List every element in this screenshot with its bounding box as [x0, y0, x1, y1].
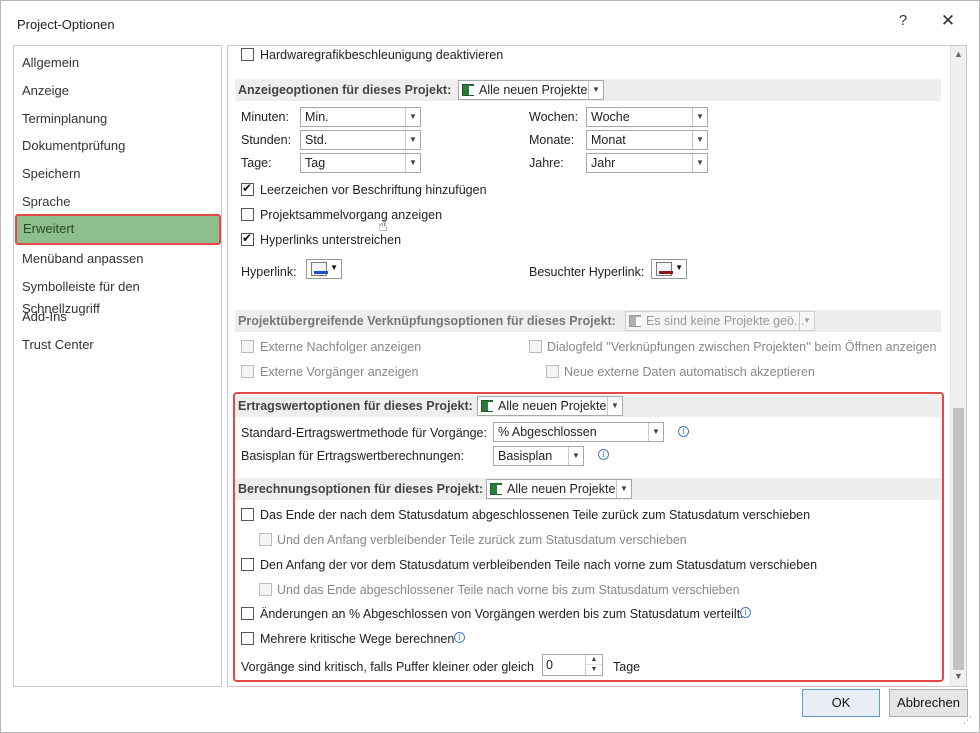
underline-links-checkbox[interactable] [241, 231, 254, 246]
resize-grip-icon[interactable]: ⋰ [963, 715, 972, 726]
scroll-thumb[interactable] [953, 408, 964, 670]
ext-predecessors-label: Externe Vorgänger anzeigen [260, 365, 419, 379]
hours-value: Std. [305, 133, 328, 147]
ext-predecessors-checkbox[interactable] [241, 365, 254, 378]
chevron-down-icon: ▼ [405, 108, 420, 126]
title-bar: Project-Optionen ? ✕ [1, 1, 979, 41]
ok-button[interactable]: OK [802, 689, 880, 717]
hyperlink-color-swatch [314, 271, 328, 274]
hw-accel-label: Hardwaregrafikbeschleunigung deaktiviere… [260, 48, 504, 62]
project-file-icon [629, 315, 641, 327]
hyperlink-color-button[interactable]: ▼ [306, 259, 342, 279]
hand-cursor-icon: ☝ [378, 218, 388, 235]
close-button[interactable]: ✕ [930, 9, 966, 33]
auto-accept-checkbox[interactable] [546, 365, 559, 378]
crossproject-project-value: Es sind keine Projekte geö... [646, 314, 805, 328]
help-button[interactable]: ? [885, 9, 921, 33]
years-label: Jahre: [529, 156, 564, 170]
nav-item-allgemein[interactable]: Allgemein [22, 52, 79, 74]
nav-item-menueband[interactable]: Menüband anpassen [22, 248, 143, 270]
highlight-frame [233, 392, 944, 682]
months-value: Monat [591, 133, 626, 147]
nav-item-schnellzugriff[interactable]: Symbolleiste für den Schnellzugriff [22, 276, 221, 316]
nav-item-anzeige[interactable]: Anzeige [22, 80, 69, 102]
options-nav: Allgemein Anzeige Terminplanung Dokument… [13, 45, 222, 687]
scroll-down-icon[interactable]: ▼ [954, 671, 963, 681]
display-options-header: Anzeigeoptionen für dieses Projekt: Alle… [235, 79, 941, 101]
summary-task-label: Projektsammelvorgang anzeigen [260, 208, 443, 222]
days-select[interactable]: Tag ▼ [300, 153, 421, 173]
links-dialog-checkbox[interactable] [529, 340, 542, 353]
chevron-down-icon: ▼ [405, 131, 420, 149]
display-project-select[interactable]: Alle neuen Projekte ▼ [458, 80, 604, 100]
crossproject-options-title: Projektübergreifende Verknüpfungsoptione… [238, 314, 616, 328]
hours-label: Stunden: [241, 133, 292, 147]
weeks-value: Woche [591, 110, 630, 124]
chevron-down-icon: ▼ [405, 154, 420, 172]
paint-bucket-icon [656, 262, 673, 276]
nav-item-terminplanung[interactable]: Terminplanung [22, 108, 107, 130]
chevron-down-icon: ▼ [588, 81, 603, 99]
chevron-down-icon: ▼ [692, 154, 707, 172]
nav-item-trust-center[interactable]: Trust Center [22, 334, 94, 356]
days-value: Tag [305, 156, 326, 170]
visited-color-swatch [659, 271, 673, 274]
project-file-icon [462, 84, 474, 96]
weeks-label: Wochen: [529, 110, 579, 124]
chevron-down-icon: ▼ [675, 263, 683, 272]
nav-item-sprache[interactable]: Sprache [22, 191, 70, 213]
years-value: Jahr [591, 156, 616, 170]
window-title: Project-Optionen [17, 17, 115, 32]
visited-hyperlink-label: Besuchter Hyperlink: [529, 265, 645, 279]
options-content: ▲ ▼ Hardwaregrafikbeschleunigung deaktiv… [227, 45, 967, 687]
add-space-label: Leerzeichen vor Beschriftung hinzufügen [260, 183, 487, 197]
nav-item-erweitert-label: Erweitert [23, 221, 75, 236]
links-dialog-label: Dialogfeld ''Verknüpfungen zwischen Proj… [547, 340, 937, 354]
hyperlink-label: Hyperlink: [241, 265, 297, 279]
project-options-dialog: Project-Optionen ? ✕ Allgemein Anzeige T… [0, 0, 980, 733]
minutes-select[interactable]: Min. ▼ [300, 107, 421, 127]
ext-successors-label: Externe Nachfolger anzeigen [260, 340, 422, 354]
summary-task-checkbox[interactable] [241, 208, 254, 221]
visited-hyperlink-color-button[interactable]: ▼ [651, 259, 687, 279]
chevron-down-icon: ▼ [692, 108, 707, 126]
crossproject-project-select[interactable]: Es sind keine Projekte geö... ▼ [625, 311, 815, 331]
ext-successors-checkbox[interactable] [241, 340, 254, 353]
display-options-title: Anzeigeoptionen für dieses Projekt: [238, 83, 452, 97]
scroll-up-icon[interactable]: ▲ [954, 49, 963, 59]
vertical-scrollbar[interactable]: ▲ ▼ [950, 46, 966, 686]
chevron-down-icon: ▼ [799, 312, 814, 330]
months-label: Monate: [529, 133, 575, 147]
crossproject-options-header: Projektübergreifende Verknüpfungsoptione… [235, 310, 941, 332]
minutes-label: Minuten: [241, 110, 289, 124]
nav-item-dokumentpruefung[interactable]: Dokumentprüfung [22, 135, 125, 157]
days-label: Tage: [241, 156, 272, 170]
paint-bucket-icon [311, 262, 328, 276]
add-space-checkbox[interactable] [241, 181, 254, 196]
auto-accept-label: Neue externe Daten automatisch akzeptier… [564, 365, 815, 379]
months-select[interactable]: Monat ▼ [586, 130, 708, 150]
weeks-select[interactable]: Woche ▼ [586, 107, 708, 127]
chevron-down-icon: ▼ [330, 263, 338, 272]
display-project-value: Alle neuen Projekte [479, 83, 588, 97]
years-select[interactable]: Jahr ▼ [586, 153, 708, 173]
nav-item-erweitert[interactable]: Erweitert [15, 214, 221, 245]
cancel-button[interactable]: Abbrechen [889, 689, 968, 717]
nav-item-addins[interactable]: Add-Ins [22, 306, 67, 328]
hours-select[interactable]: Std. ▼ [300, 130, 421, 150]
chevron-down-icon: ▼ [692, 131, 707, 149]
nav-item-speichern[interactable]: Speichern [22, 163, 81, 185]
hw-accel-checkbox[interactable] [241, 48, 254, 61]
minutes-value: Min. [305, 110, 329, 124]
